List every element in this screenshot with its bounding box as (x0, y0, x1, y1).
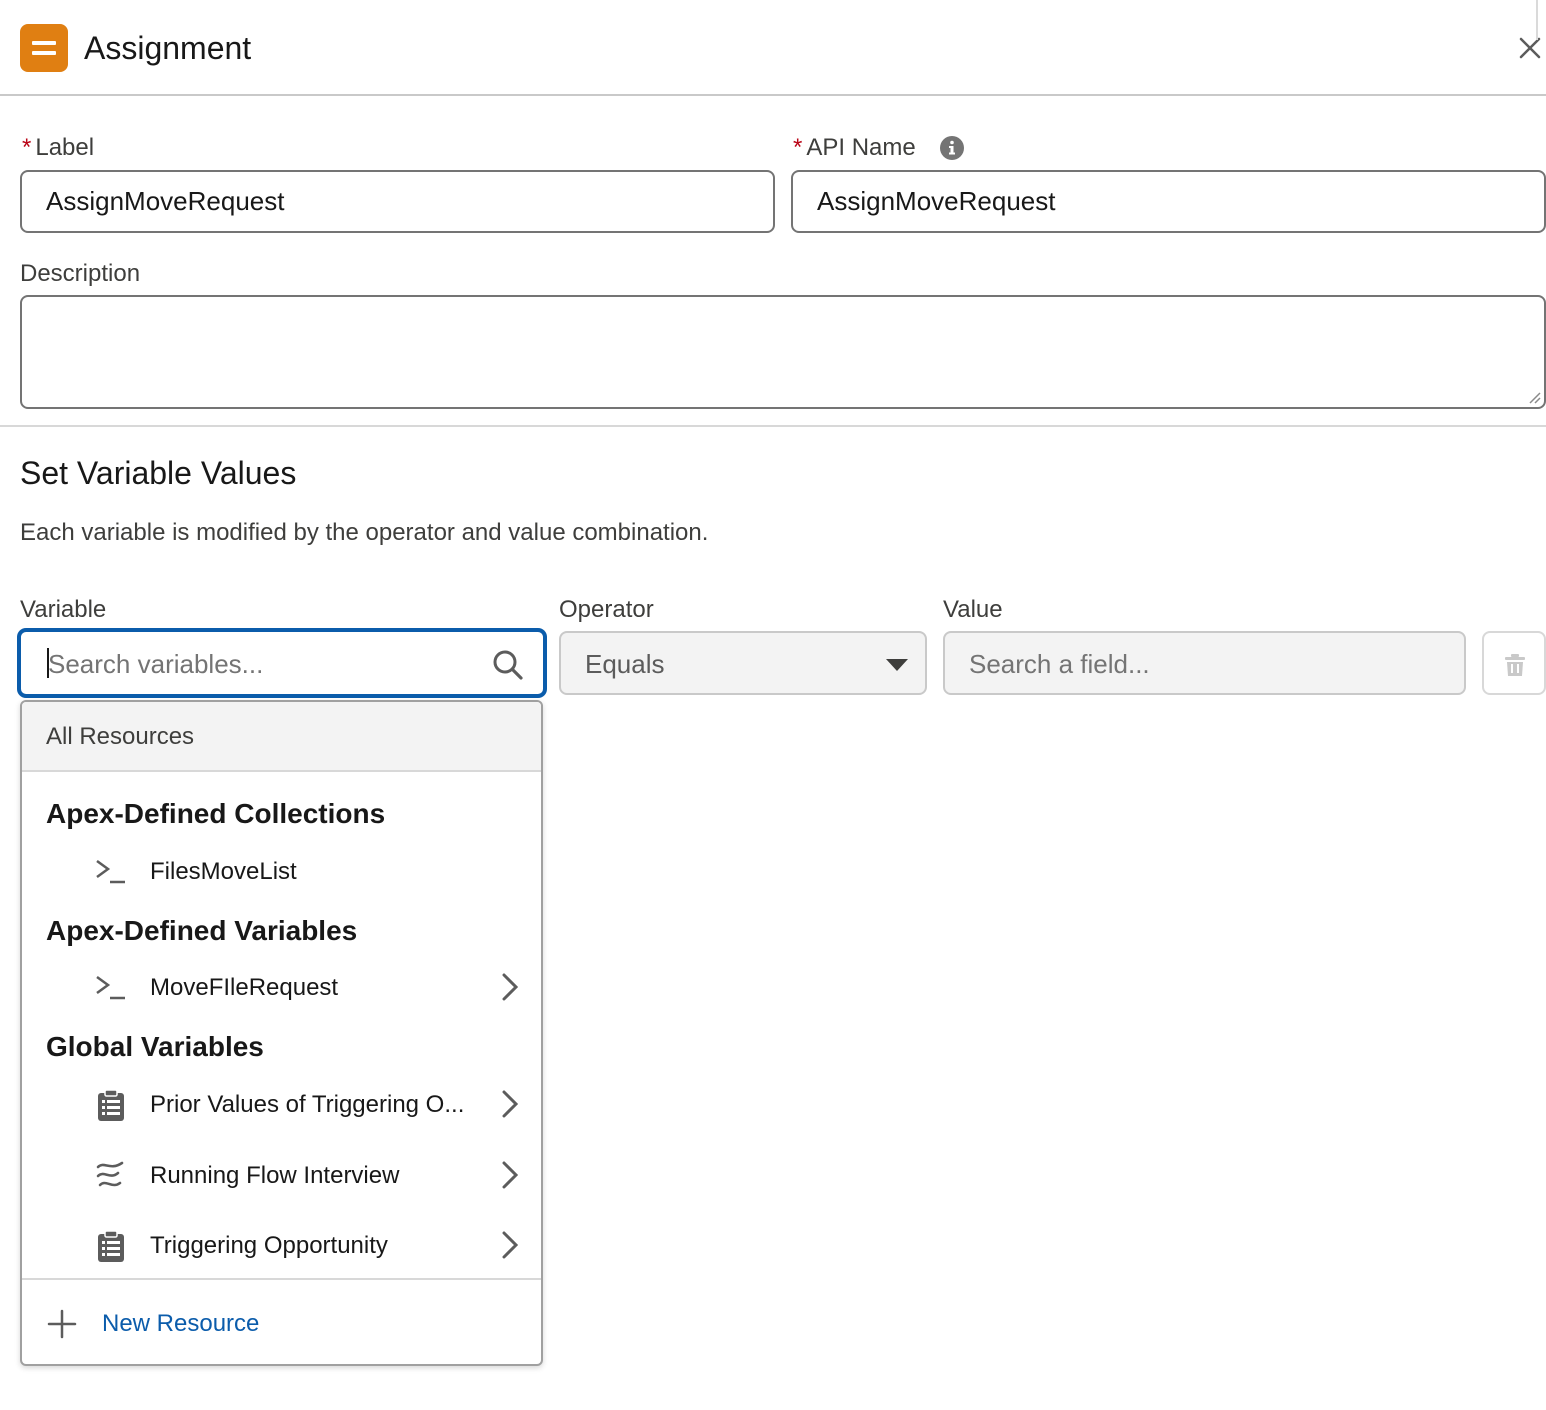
apex-icon (96, 975, 125, 1000)
section-description: Each variable is modified by the operato… (20, 519, 709, 546)
dropdown-option[interactable]: Prior Values of Triggering O... (22, 1076, 541, 1136)
group-title: Global Variables (46, 1031, 264, 1062)
variable-search-input[interactable]: Search variables... (18, 629, 546, 697)
modal-title: Assignment (84, 30, 252, 66)
option-label: FilesMoveList (150, 858, 297, 885)
value-input[interactable]: Search a field... (943, 631, 1466, 695)
operator-label: Operator (559, 596, 654, 623)
delete-row-button[interactable] (1482, 631, 1546, 695)
flow-icon (96, 1161, 124, 1187)
section-divider (0, 425, 1546, 427)
required-marker: * (793, 134, 803, 161)
assignment-icon (20, 24, 68, 72)
section-title: Set Variable Values (20, 455, 297, 491)
value-label: Value (943, 596, 1003, 623)
label-field-label: * Label (22, 133, 94, 163)
variable-label: Variable (20, 596, 107, 623)
required-marker: * (22, 134, 32, 161)
option-label: Triggering Opportunity (150, 1232, 388, 1259)
api-name-text: API Name (806, 134, 916, 161)
resize-handle-icon[interactable] (1526, 389, 1542, 405)
new-resource-label: New Resource (102, 1310, 260, 1337)
add-icon (47, 1309, 77, 1339)
option-label: Running Flow Interview (150, 1162, 400, 1189)
text-caret (47, 648, 49, 678)
trash-icon (1505, 654, 1525, 676)
label-text: Label (35, 134, 95, 161)
search-icon (493, 650, 523, 680)
chevron-right-icon (502, 973, 519, 1001)
value-placeholder: Search a field... (969, 649, 1150, 679)
chevron-down-icon (886, 659, 908, 671)
new-resource-button[interactable]: New Resource (22, 1278, 541, 1364)
resource-dropdown: All Resources Apex-Defined Collections F… (20, 700, 543, 1366)
option-label: MoveFIleRequest (150, 974, 339, 1001)
dropdown-option[interactable]: MoveFIleRequest (22, 959, 541, 1019)
dropdown-option[interactable]: FilesMoveList (22, 843, 541, 903)
api-name-field-label: * API Name (793, 133, 916, 163)
dropdown-option[interactable]: Triggering Opportunity (22, 1217, 541, 1277)
description-label: Description (20, 260, 141, 287)
description-textarea[interactable] (20, 295, 1546, 409)
option-label: Prior Values of Triggering O... (150, 1091, 465, 1118)
dropdown-option[interactable]: Running Flow Interview (22, 1147, 541, 1207)
operator-select[interactable]: Equals (559, 631, 927, 695)
dropdown-header-text: All Resources (46, 723, 195, 750)
modal-header: Assignment (0, 0, 1546, 96)
record-icon (98, 1230, 124, 1262)
chevron-right-icon (502, 1231, 519, 1259)
variable-search-placeholder: Search variables... (48, 649, 264, 679)
group-title: Apex-Defined Variables (46, 915, 358, 946)
operator-value: Equals (585, 649, 665, 679)
label-input[interactable]: AssignMoveRequest (20, 170, 775, 233)
group-title: Apex-Defined Collections (46, 798, 386, 829)
dropdown-header: All Resources (22, 702, 541, 772)
info-icon[interactable] (939, 135, 965, 161)
record-icon (98, 1089, 124, 1121)
chevron-right-icon (502, 1161, 519, 1189)
chevron-right-icon (502, 1090, 519, 1118)
api-name-input[interactable]: AssignMoveRequest (791, 170, 1546, 233)
apex-icon (96, 859, 125, 884)
scroll-edge (1536, 0, 1546, 40)
